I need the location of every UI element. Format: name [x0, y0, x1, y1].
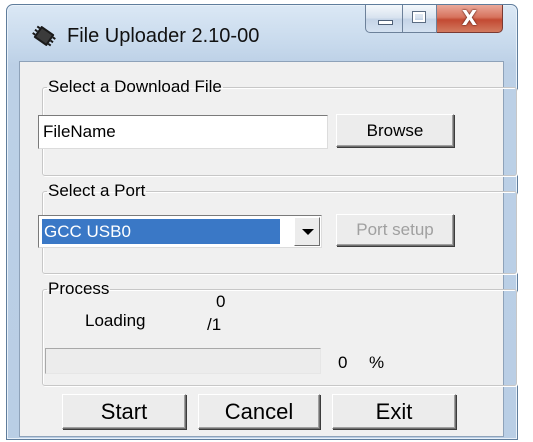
- dropdown-arrow-icon: [302, 229, 314, 235]
- chip-icon: [32, 25, 56, 47]
- percent-sign: %: [369, 353, 385, 372]
- progress-bar: [45, 348, 321, 374]
- close-button[interactable]: X: [437, 5, 503, 33]
- port-dropdown-button[interactable]: [294, 217, 320, 246]
- dialog-client-area: Select a Download File FileName Browse S…: [19, 61, 517, 437]
- port-setup-button[interactable]: Port setup: [336, 214, 454, 246]
- cancel-button[interactable]: Cancel: [198, 394, 320, 429]
- close-icon: X: [461, 6, 478, 30]
- minimize-button[interactable]: [365, 5, 403, 33]
- browse-button[interactable]: Browse: [336, 114, 454, 147]
- port-legend: Select a Port: [48, 181, 146, 200]
- title-bar[interactable]: File Uploader 2.10-00 X: [7, 5, 517, 59]
- file-uploader-window: File Uploader 2.10-00 X Select a Downloa…: [6, 4, 518, 440]
- percent-value: 0: [338, 353, 348, 372]
- port-select-value: GCC USB0: [42, 219, 280, 244]
- status-label: Loading: [85, 311, 146, 330]
- total-count: /1: [207, 315, 222, 334]
- minimize-icon: [378, 20, 393, 25]
- loaded-count: 0: [216, 292, 226, 311]
- process-legend: Process: [48, 279, 110, 298]
- start-button[interactable]: Start: [62, 394, 186, 429]
- caption-buttons: X: [365, 5, 503, 35]
- file-name-input[interactable]: FileName: [38, 115, 328, 149]
- maximize-icon: [412, 11, 426, 23]
- exit-button[interactable]: Exit: [332, 394, 456, 429]
- window-title: File Uploader 2.10-00: [67, 25, 260, 47]
- maximize-button[interactable]: [403, 5, 437, 33]
- port-select[interactable]: GCC USB0: [38, 215, 322, 248]
- download-file-legend: Select a Download File: [48, 77, 222, 96]
